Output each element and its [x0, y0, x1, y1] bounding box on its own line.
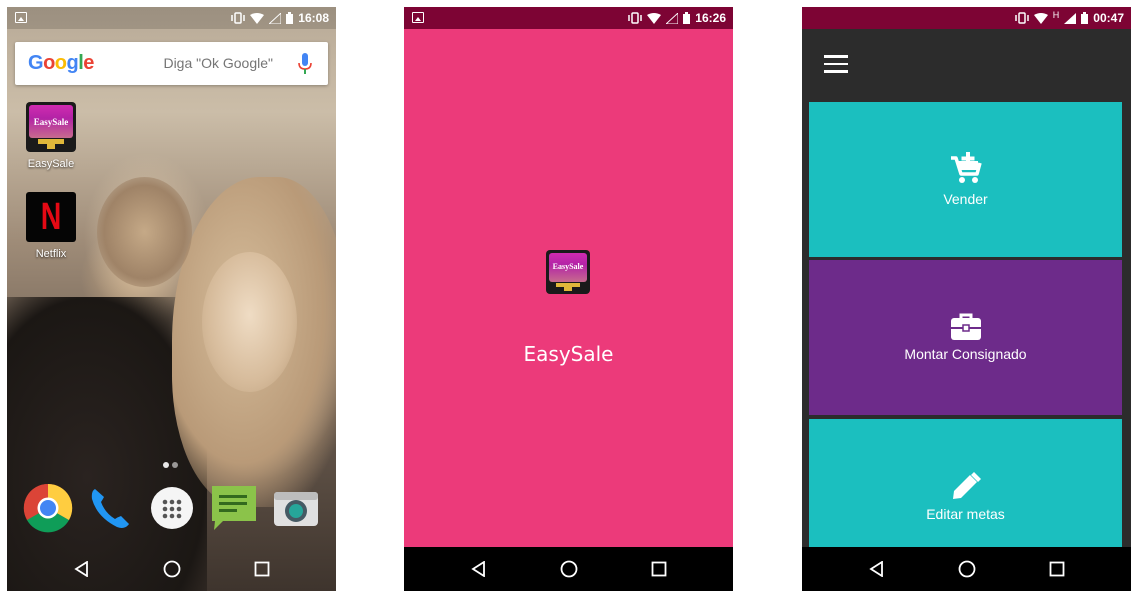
google-search-bar[interactable]: Google Diga "Ok Google": [15, 42, 328, 85]
gallery-notification-icon: [412, 12, 424, 23]
home-button[interactable]: [953, 555, 981, 583]
home-button[interactable]: [555, 555, 583, 583]
app-label: Netflix: [35, 248, 67, 260]
easysale-app-shortcut[interactable]: EasySale EasySale: [21, 102, 81, 170]
netflix-app-shortcut[interactable]: N Netflix: [21, 192, 81, 260]
pencil-icon: [952, 472, 981, 499]
home-icon: [163, 560, 180, 578]
home-icon: [958, 560, 975, 578]
splash-logo: EasySale: [546, 250, 590, 294]
network-type: H: [1052, 10, 1060, 20]
wifi-icon: [1033, 12, 1048, 24]
app-bar: [802, 29, 1131, 101]
recents-icon: [1049, 561, 1064, 577]
hamburger-menu-icon[interactable]: [824, 55, 848, 75]
wifi-icon: [250, 12, 265, 24]
cart-add-icon: [950, 152, 982, 183]
recents-icon: [651, 561, 666, 577]
home-screen: 16:08 Google Diga "Ok Google" EasySale E…: [7, 7, 336, 591]
vibrate-icon: [1015, 12, 1029, 24]
status-bar: 16:26: [404, 7, 733, 29]
signal-icon: [269, 12, 282, 24]
back-icon: [73, 561, 88, 577]
recents-button[interactable]: [645, 555, 673, 583]
easysale-icon: EasySale: [26, 102, 76, 152]
status-bar: H 00:47: [802, 7, 1131, 29]
vibrate-icon: [628, 12, 643, 24]
recents-button[interactable]: [248, 555, 276, 583]
back-button[interactable]: [68, 555, 96, 583]
tile-label: Vender: [943, 191, 988, 207]
recents-button[interactable]: [1043, 555, 1071, 583]
netflix-icon: N: [26, 192, 76, 242]
camera-icon[interactable]: [271, 483, 321, 533]
battery-icon: [683, 12, 691, 24]
home-button[interactable]: [158, 555, 186, 583]
signal-icon: [1064, 12, 1077, 24]
back-icon: [470, 561, 485, 577]
gallery-notification-icon: [15, 12, 27, 23]
splash-title: EasySale: [523, 342, 614, 366]
status-time: 00:47: [1093, 11, 1124, 25]
main-menu-screen: H 00:47 Vender Montar Consignado Editar …: [802, 7, 1131, 591]
vibrate-icon: [231, 12, 246, 24]
navigation-bar: [404, 547, 733, 591]
tile-label: Editar metas: [926, 506, 1005, 522]
briefcase-icon: [950, 313, 981, 340]
back-icon: [868, 561, 883, 577]
status-time: 16:08: [298, 11, 329, 25]
recents-icon: [254, 561, 269, 577]
status-bar: 16:08: [7, 7, 336, 29]
dock: [19, 483, 324, 537]
tile-vender[interactable]: Vender: [809, 102, 1122, 257]
page-indicator: [163, 462, 178, 468]
tile-montar-consignado[interactable]: Montar Consignado: [809, 260, 1122, 415]
status-time: 16:26: [695, 11, 726, 25]
easysale-icon: EasySale: [546, 250, 590, 294]
wifi-icon: [647, 12, 662, 24]
back-button[interactable]: [465, 555, 493, 583]
app-drawer-icon[interactable]: [147, 483, 197, 533]
chrome-icon[interactable]: [23, 483, 73, 533]
search-hint: Diga "Ok Google": [163, 55, 273, 71]
battery-icon: [286, 12, 294, 24]
phone-icon[interactable]: [85, 483, 135, 533]
app-label: EasySale: [27, 158, 75, 170]
mic-icon[interactable]: [298, 53, 312, 75]
splash-screen: 16:26 EasySale EasySale: [404, 7, 733, 591]
home-icon: [560, 560, 577, 578]
battery-icon: [1081, 12, 1089, 24]
navigation-bar: [7, 547, 336, 591]
back-button[interactable]: [863, 555, 891, 583]
google-logo: Google: [28, 52, 94, 74]
navigation-bar: [802, 547, 1131, 591]
messages-icon[interactable]: [209, 483, 259, 533]
tile-label: Montar Consignado: [904, 346, 1027, 362]
signal-icon: [666, 12, 679, 24]
